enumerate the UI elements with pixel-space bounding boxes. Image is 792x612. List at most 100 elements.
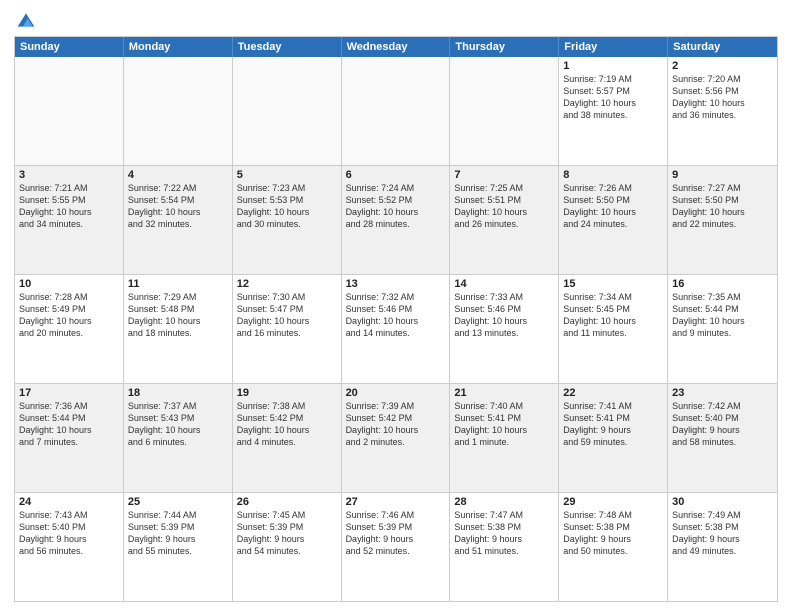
- day-cell-13: 13Sunrise: 7:32 AM Sunset: 5:46 PM Dayli…: [342, 275, 451, 383]
- day-cell-empty-0-2: [233, 57, 342, 165]
- day-header-thursday: Thursday: [450, 37, 559, 57]
- day-number: 6: [346, 169, 446, 181]
- day-number: 18: [128, 387, 228, 399]
- day-info: Sunrise: 7:36 AM Sunset: 5:44 PM Dayligh…: [19, 400, 119, 449]
- day-info: Sunrise: 7:47 AM Sunset: 5:38 PM Dayligh…: [454, 509, 554, 558]
- logo-text: [14, 10, 36, 30]
- day-cell-3: 3Sunrise: 7:21 AM Sunset: 5:55 PM Daylig…: [15, 166, 124, 274]
- week-row-3: 17Sunrise: 7:36 AM Sunset: 5:44 PM Dayli…: [15, 383, 777, 492]
- day-number: 15: [563, 278, 663, 290]
- day-info: Sunrise: 7:25 AM Sunset: 5:51 PM Dayligh…: [454, 182, 554, 231]
- day-number: 17: [19, 387, 119, 399]
- day-header-friday: Friday: [559, 37, 668, 57]
- day-info: Sunrise: 7:26 AM Sunset: 5:50 PM Dayligh…: [563, 182, 663, 231]
- day-cell-4: 4Sunrise: 7:22 AM Sunset: 5:54 PM Daylig…: [124, 166, 233, 274]
- day-cell-2: 2Sunrise: 7:20 AM Sunset: 5:56 PM Daylig…: [668, 57, 777, 165]
- day-number: 28: [454, 496, 554, 508]
- day-cell-12: 12Sunrise: 7:30 AM Sunset: 5:47 PM Dayli…: [233, 275, 342, 383]
- day-cell-30: 30Sunrise: 7:49 AM Sunset: 5:38 PM Dayli…: [668, 493, 777, 601]
- day-info: Sunrise: 7:35 AM Sunset: 5:44 PM Dayligh…: [672, 291, 773, 340]
- day-cell-empty-0-0: [15, 57, 124, 165]
- day-info: Sunrise: 7:37 AM Sunset: 5:43 PM Dayligh…: [128, 400, 228, 449]
- day-cell-5: 5Sunrise: 7:23 AM Sunset: 5:53 PM Daylig…: [233, 166, 342, 274]
- page: SundayMondayTuesdayWednesdayThursdayFrid…: [0, 0, 792, 612]
- day-info: Sunrise: 7:41 AM Sunset: 5:41 PM Dayligh…: [563, 400, 663, 449]
- day-number: 30: [672, 496, 773, 508]
- day-cell-16: 16Sunrise: 7:35 AM Sunset: 5:44 PM Dayli…: [668, 275, 777, 383]
- day-cell-23: 23Sunrise: 7:42 AM Sunset: 5:40 PM Dayli…: [668, 384, 777, 492]
- day-number: 7: [454, 169, 554, 181]
- day-cell-17: 17Sunrise: 7:36 AM Sunset: 5:44 PM Dayli…: [15, 384, 124, 492]
- day-number: 11: [128, 278, 228, 290]
- day-info: Sunrise: 7:44 AM Sunset: 5:39 PM Dayligh…: [128, 509, 228, 558]
- day-number: 5: [237, 169, 337, 181]
- day-number: 23: [672, 387, 773, 399]
- day-number: 27: [346, 496, 446, 508]
- day-number: 13: [346, 278, 446, 290]
- day-number: 3: [19, 169, 119, 181]
- day-cell-15: 15Sunrise: 7:34 AM Sunset: 5:45 PM Dayli…: [559, 275, 668, 383]
- day-info: Sunrise: 7:42 AM Sunset: 5:40 PM Dayligh…: [672, 400, 773, 449]
- day-cell-19: 19Sunrise: 7:38 AM Sunset: 5:42 PM Dayli…: [233, 384, 342, 492]
- day-number: 26: [237, 496, 337, 508]
- day-cell-9: 9Sunrise: 7:27 AM Sunset: 5:50 PM Daylig…: [668, 166, 777, 274]
- logo-icon: [16, 10, 36, 30]
- day-cell-1: 1Sunrise: 7:19 AM Sunset: 5:57 PM Daylig…: [559, 57, 668, 165]
- day-number: 1: [563, 60, 663, 72]
- calendar: SundayMondayTuesdayWednesdayThursdayFrid…: [14, 36, 778, 602]
- day-info: Sunrise: 7:21 AM Sunset: 5:55 PM Dayligh…: [19, 182, 119, 231]
- day-number: 10: [19, 278, 119, 290]
- day-info: Sunrise: 7:40 AM Sunset: 5:41 PM Dayligh…: [454, 400, 554, 449]
- week-row-4: 24Sunrise: 7:43 AM Sunset: 5:40 PM Dayli…: [15, 492, 777, 601]
- day-info: Sunrise: 7:28 AM Sunset: 5:49 PM Dayligh…: [19, 291, 119, 340]
- day-number: 25: [128, 496, 228, 508]
- day-cell-28: 28Sunrise: 7:47 AM Sunset: 5:38 PM Dayli…: [450, 493, 559, 601]
- day-cell-6: 6Sunrise: 7:24 AM Sunset: 5:52 PM Daylig…: [342, 166, 451, 274]
- day-number: 14: [454, 278, 554, 290]
- day-number: 20: [346, 387, 446, 399]
- day-info: Sunrise: 7:30 AM Sunset: 5:47 PM Dayligh…: [237, 291, 337, 340]
- day-info: Sunrise: 7:22 AM Sunset: 5:54 PM Dayligh…: [128, 182, 228, 231]
- day-info: Sunrise: 7:29 AM Sunset: 5:48 PM Dayligh…: [128, 291, 228, 340]
- day-number: 4: [128, 169, 228, 181]
- day-cell-26: 26Sunrise: 7:45 AM Sunset: 5:39 PM Dayli…: [233, 493, 342, 601]
- day-cell-empty-0-3: [342, 57, 451, 165]
- day-info: Sunrise: 7:38 AM Sunset: 5:42 PM Dayligh…: [237, 400, 337, 449]
- day-cell-14: 14Sunrise: 7:33 AM Sunset: 5:46 PM Dayli…: [450, 275, 559, 383]
- header: [14, 10, 778, 30]
- day-number: 16: [672, 278, 773, 290]
- day-info: Sunrise: 7:20 AM Sunset: 5:56 PM Dayligh…: [672, 73, 773, 122]
- day-number: 8: [563, 169, 663, 181]
- day-info: Sunrise: 7:27 AM Sunset: 5:50 PM Dayligh…: [672, 182, 773, 231]
- day-number: 19: [237, 387, 337, 399]
- day-info: Sunrise: 7:46 AM Sunset: 5:39 PM Dayligh…: [346, 509, 446, 558]
- day-info: Sunrise: 7:34 AM Sunset: 5:45 PM Dayligh…: [563, 291, 663, 340]
- day-number: 9: [672, 169, 773, 181]
- week-row-2: 10Sunrise: 7:28 AM Sunset: 5:49 PM Dayli…: [15, 274, 777, 383]
- day-cell-11: 11Sunrise: 7:29 AM Sunset: 5:48 PM Dayli…: [124, 275, 233, 383]
- day-cell-25: 25Sunrise: 7:44 AM Sunset: 5:39 PM Dayli…: [124, 493, 233, 601]
- day-info: Sunrise: 7:48 AM Sunset: 5:38 PM Dayligh…: [563, 509, 663, 558]
- day-cell-24: 24Sunrise: 7:43 AM Sunset: 5:40 PM Dayli…: [15, 493, 124, 601]
- day-info: Sunrise: 7:45 AM Sunset: 5:39 PM Dayligh…: [237, 509, 337, 558]
- day-cell-21: 21Sunrise: 7:40 AM Sunset: 5:41 PM Dayli…: [450, 384, 559, 492]
- day-info: Sunrise: 7:19 AM Sunset: 5:57 PM Dayligh…: [563, 73, 663, 122]
- day-cell-18: 18Sunrise: 7:37 AM Sunset: 5:43 PM Dayli…: [124, 384, 233, 492]
- day-header-tuesday: Tuesday: [233, 37, 342, 57]
- day-cell-empty-0-1: [124, 57, 233, 165]
- day-number: 12: [237, 278, 337, 290]
- day-cell-empty-0-4: [450, 57, 559, 165]
- day-cell-10: 10Sunrise: 7:28 AM Sunset: 5:49 PM Dayli…: [15, 275, 124, 383]
- day-header-monday: Monday: [124, 37, 233, 57]
- day-header-sunday: Sunday: [15, 37, 124, 57]
- day-header-saturday: Saturday: [668, 37, 777, 57]
- day-cell-20: 20Sunrise: 7:39 AM Sunset: 5:42 PM Dayli…: [342, 384, 451, 492]
- day-info: Sunrise: 7:39 AM Sunset: 5:42 PM Dayligh…: [346, 400, 446, 449]
- day-cell-8: 8Sunrise: 7:26 AM Sunset: 5:50 PM Daylig…: [559, 166, 668, 274]
- day-info: Sunrise: 7:33 AM Sunset: 5:46 PM Dayligh…: [454, 291, 554, 340]
- day-number: 2: [672, 60, 773, 72]
- day-cell-7: 7Sunrise: 7:25 AM Sunset: 5:51 PM Daylig…: [450, 166, 559, 274]
- day-cell-22: 22Sunrise: 7:41 AM Sunset: 5:41 PM Dayli…: [559, 384, 668, 492]
- day-info: Sunrise: 7:23 AM Sunset: 5:53 PM Dayligh…: [237, 182, 337, 231]
- day-info: Sunrise: 7:49 AM Sunset: 5:38 PM Dayligh…: [672, 509, 773, 558]
